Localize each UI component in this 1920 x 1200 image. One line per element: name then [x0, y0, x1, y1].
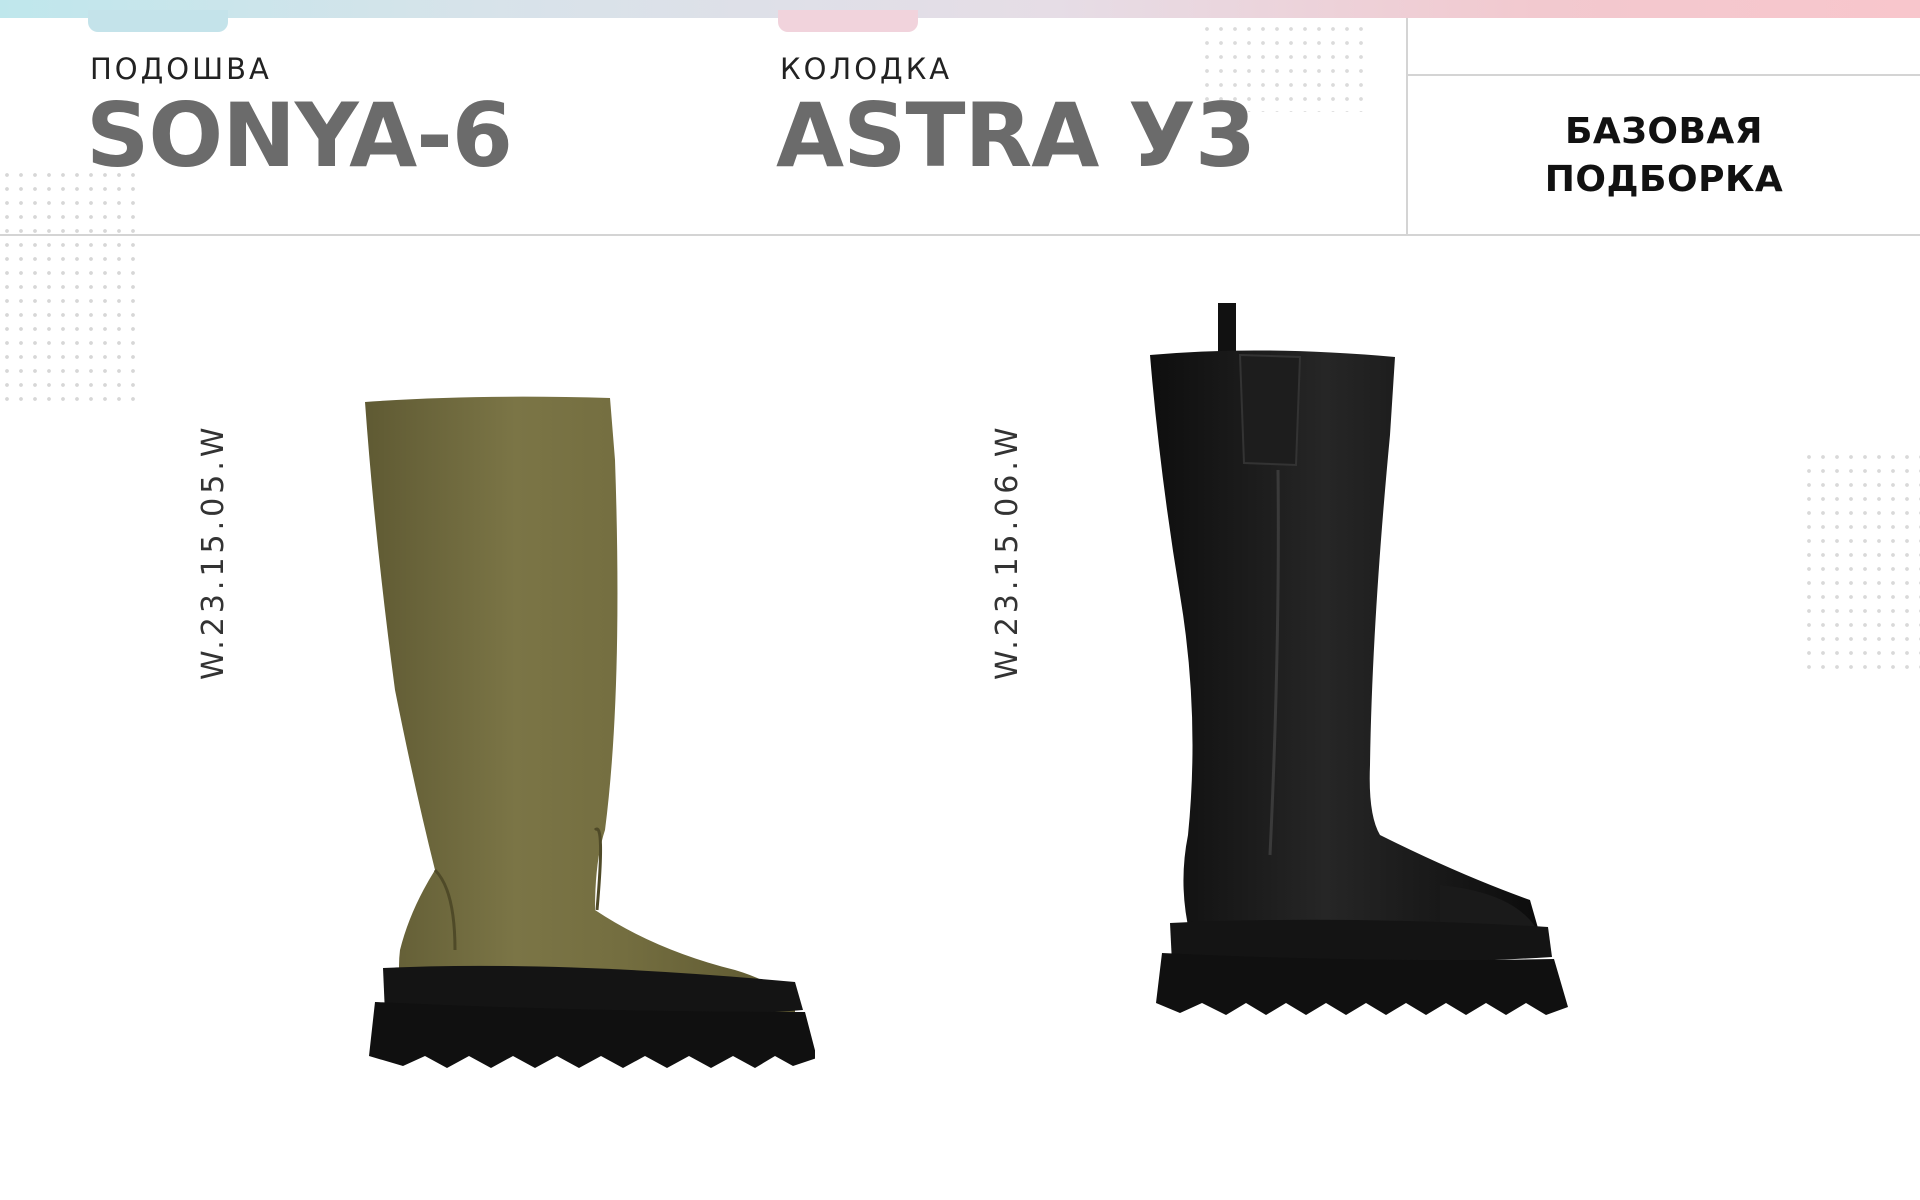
header-divider	[0, 234, 1920, 236]
product-sku: W.23.15.06.W	[990, 423, 1025, 680]
last-caption: КОЛОДКА	[780, 52, 953, 86]
boot-outsole	[369, 1002, 815, 1068]
sole-model-name: SONYA-6	[86, 84, 513, 187]
top-tab-decoration	[778, 10, 918, 32]
dot-pattern-decoration	[1802, 450, 1920, 670]
black-boot-image	[1150, 303, 1568, 1015]
boot-elastic-gusset	[1238, 353, 1302, 467]
product-sku: W.23.15.05.W	[196, 423, 231, 680]
collection-title-line: ПОДБОРКА	[1544, 159, 1784, 200]
olive-boot-image	[365, 396, 815, 1068]
boot-shaft	[1150, 350, 1540, 935]
boot-outsole	[1156, 953, 1568, 1015]
top-gradient-bar	[0, 0, 1920, 18]
boot-shaft	[365, 396, 795, 1031]
top-tab-decoration	[88, 10, 228, 32]
collection-title: БАЗОВАЯ ПОДБОРКА	[1408, 108, 1920, 204]
header-box-divider	[1406, 74, 1920, 76]
collection-title-line: БАЗОВАЯ	[1564, 111, 1763, 152]
last-model-name: ASTRA У3	[776, 84, 1256, 187]
dot-pattern-decoration	[0, 168, 136, 408]
sole-caption: ПОДОШВА	[90, 52, 272, 86]
